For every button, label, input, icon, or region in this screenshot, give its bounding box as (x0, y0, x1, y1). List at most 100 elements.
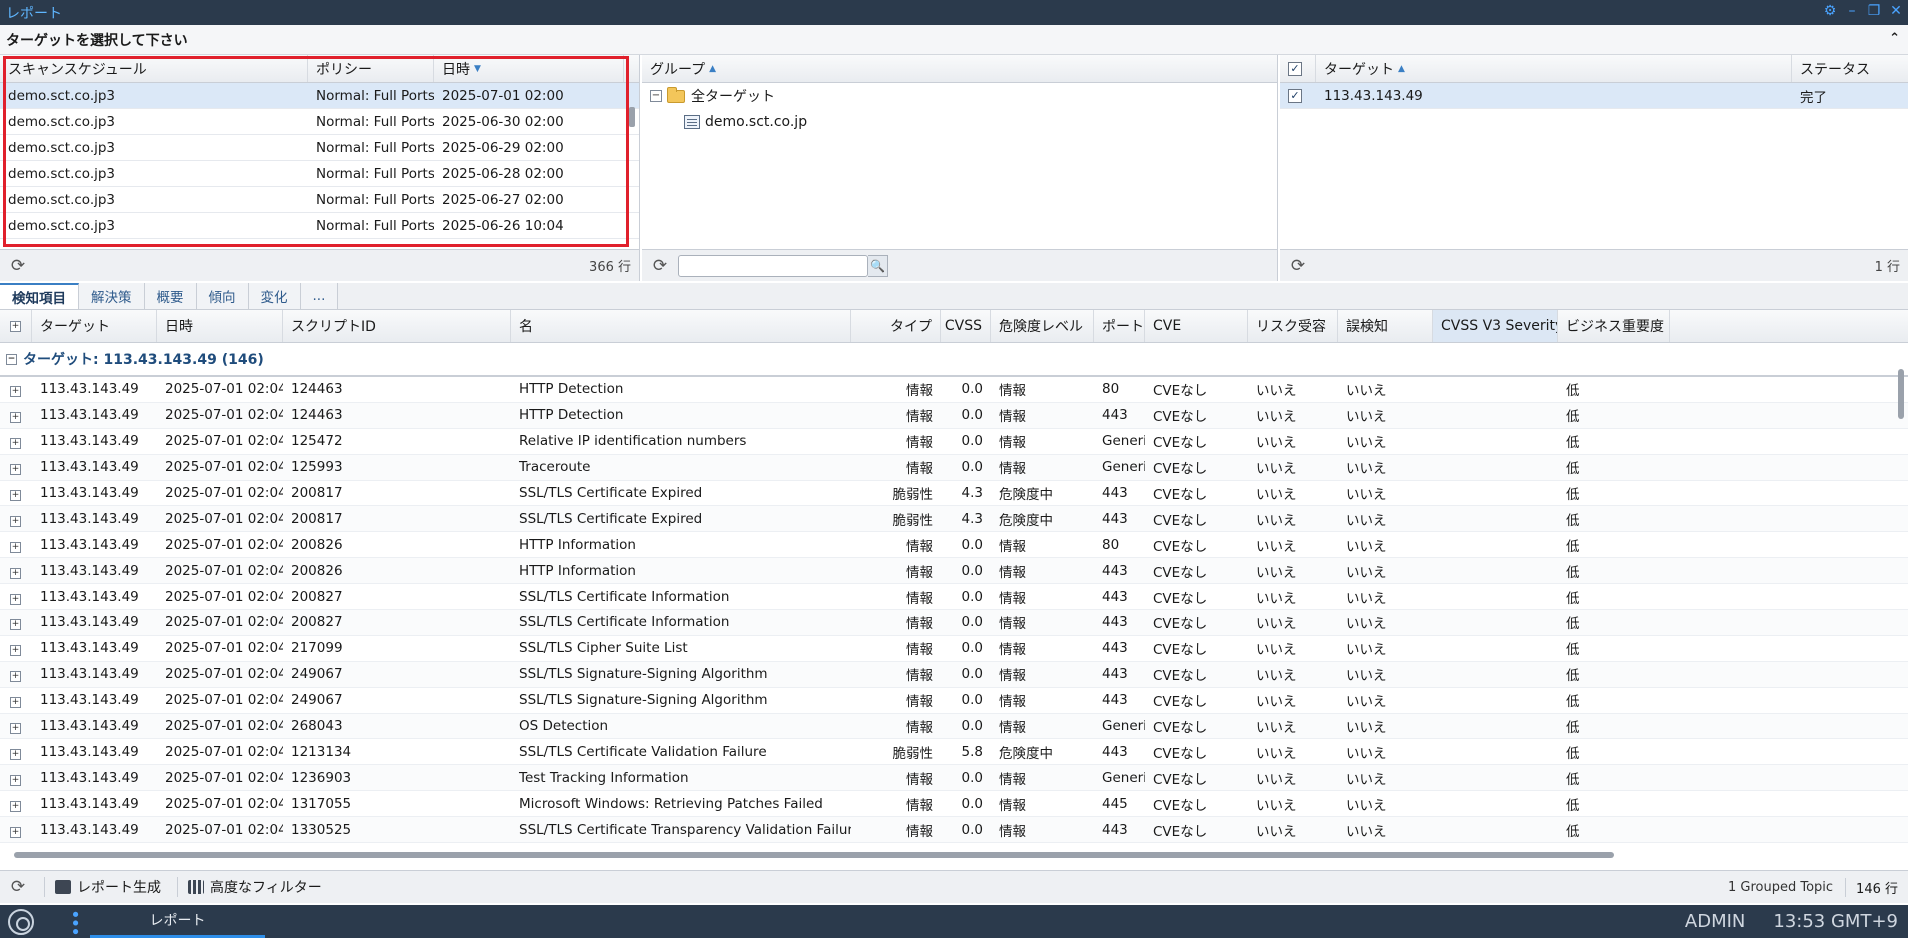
tree-node-all-targets[interactable]: − 全ターゲット (642, 83, 1277, 109)
row-expander[interactable]: + (0, 537, 32, 553)
row-expander[interactable]: + (0, 666, 32, 683)
generate-report-button[interactable]: レポート生成 (44, 877, 161, 897)
row-expander[interactable]: + (0, 718, 32, 735)
expand-icon[interactable]: + (10, 697, 21, 709)
refresh-icon[interactable]: ⟳ (1288, 256, 1308, 276)
scroll-thumb[interactable] (629, 107, 635, 127)
row-expander[interactable]: + (0, 796, 32, 812)
expand-icon[interactable]: + (10, 412, 21, 424)
header-port[interactable]: ポート (1094, 310, 1145, 342)
schedule-row[interactable]: demo.sct.co.jp3 Normal: Full Ports 2025-06… (0, 187, 639, 213)
finding-row[interactable]: +113.43.143.49 2025-07-01 02:04 1213134 SSL… (0, 739, 1908, 766)
expand-icon[interactable]: + (10, 671, 21, 683)
scroll-thumb[interactable] (1898, 369, 1904, 419)
header-group[interactable]: グループ ▲ (642, 55, 1277, 82)
expand-icon[interactable]: + (10, 774, 21, 786)
expand-icon[interactable]: + (10, 464, 21, 476)
findings-hscroll[interactable] (10, 850, 1614, 860)
refresh-icon[interactable]: ⟳ (650, 256, 670, 276)
refresh-icon[interactable]: ⟳ (8, 877, 28, 897)
header-false-positive[interactable]: 誤検知 (1338, 310, 1433, 342)
header-target[interactable]: ターゲット (32, 310, 157, 342)
finding-row[interactable]: +113.43.143.49 2025-07-01 02:04 125993 Trac… (0, 454, 1908, 481)
finding-row[interactable]: +113.43.143.49 2025-07-01 02:04 217099 SSL/… (0, 636, 1908, 662)
header-datetime[interactable]: 日時 ▼ (434, 55, 624, 82)
row-expander[interactable]: + (0, 640, 32, 657)
refresh-icon[interactable]: ⟳ (8, 256, 28, 276)
minimize-icon[interactable]: – (1844, 3, 1860, 19)
group-search-input[interactable] (678, 254, 868, 277)
current-user[interactable]: ADMIN (1685, 911, 1745, 932)
header-script-id[interactable]: スクリプトID (283, 310, 511, 342)
expand-icon[interactable]: + (10, 645, 21, 657)
tab-trend[interactable]: 傾向 (196, 283, 249, 309)
row-checkbox[interactable]: ✓ (1288, 88, 1302, 103)
select-all-checkbox[interactable]: ✓ (1288, 61, 1302, 76)
expand-icon[interactable]: + (10, 541, 21, 553)
header-name[interactable]: 名 (511, 310, 851, 342)
expand-icon[interactable]: + (10, 723, 21, 735)
row-expander[interactable]: + (0, 563, 32, 579)
advanced-filter-button[interactable]: 高度なフィルター (177, 877, 322, 897)
schedule-row[interactable]: demo.sct.co.jp3 Normal: Full Ports 2025-06… (0, 135, 639, 161)
finding-row[interactable]: +113.43.143.49 2025-07-01 02:04 1317055 Mic… (0, 791, 1908, 818)
findings-vscroll[interactable] (1896, 343, 1906, 843)
finding-row[interactable]: +113.43.143.49 2025-07-01 02:04 1236903 Tes… (0, 765, 1908, 792)
row-expander[interactable]: + (0, 511, 32, 527)
tree-node-target[interactable]: demo.sct.co.jp (642, 109, 1277, 135)
gear-icon[interactable]: ⚙ (1822, 3, 1838, 19)
row-expander[interactable]: + (0, 589, 32, 605)
scroll-thumb[interactable] (14, 852, 1614, 858)
header-business-importance[interactable]: ビジネス重要度 (1558, 310, 1670, 342)
row-expander[interactable]: + (0, 770, 32, 786)
finding-row[interactable]: +113.43.143.49 2025-07-01 02:04 200827 SSL/… (0, 610, 1908, 636)
row-expander[interactable]: + (0, 822, 32, 838)
finding-row[interactable]: +113.43.143.49 2025-07-01 02:04 124463 HTTP… (0, 377, 1908, 403)
header-cvss[interactable]: CVSS (941, 310, 991, 342)
expand-icon[interactable]: + (10, 593, 21, 605)
row-expander[interactable]: + (0, 459, 32, 476)
header-risk-level[interactable]: 危険度レベル (991, 310, 1094, 342)
schedule-row[interactable]: demo.sct.co.jp3 Normal: Full Ports 2025-07… (0, 83, 639, 109)
finding-row[interactable]: +113.43.143.49 2025-07-01 02:04 200827 SSL/… (0, 584, 1908, 611)
header-type[interactable]: タイプ (851, 310, 941, 342)
expand-icon[interactable]: + (10, 748, 21, 760)
expand-icon[interactable]: + (10, 567, 21, 579)
finding-row[interactable]: +113.43.143.49 2025-07-01 02:04 200817 SSL/… (0, 481, 1908, 507)
expand-all-column[interactable]: + (0, 310, 32, 342)
header-target[interactable]: ターゲット ▲ (1316, 55, 1792, 82)
tab-findings[interactable]: 検知項目 (0, 283, 79, 309)
expand-icon[interactable]: + (10, 386, 21, 398)
group-row-target[interactable]: − ターゲット: 113.43.143.49 (146) (0, 343, 1908, 377)
row-expander[interactable]: + (0, 692, 32, 709)
finding-row[interactable]: +113.43.143.49 2025-07-01 02:04 249067 SSL/… (0, 661, 1908, 688)
finding-row[interactable]: +113.43.143.49 2025-07-01 02:04 200817 SSL/… (0, 506, 1908, 533)
finding-row[interactable]: +113.43.143.49 2025-07-01 02:04 200826 HTTP… (0, 532, 1908, 559)
expand-icon[interactable]: + (10, 438, 21, 450)
expand-icon[interactable]: + (10, 515, 21, 527)
schedule-row[interactable]: demo.sct.co.jp3 Normal: Full Ports 2025-06… (0, 161, 639, 187)
menu-dots-icon[interactable]: ••• (64, 909, 85, 935)
header-datetime[interactable]: 日時 (157, 310, 283, 342)
expand-icon[interactable]: + (10, 800, 21, 812)
header-cvss-v3-severity[interactable]: CVSS V3 Severity▲ (1433, 310, 1558, 342)
schedule-row[interactable]: demo.sct.co.jp3 Normal: Full Ports 2025-06… (0, 109, 639, 135)
row-expander[interactable]: + (0, 614, 32, 631)
app-logo-icon[interactable] (8, 908, 34, 935)
expand-all-icon[interactable]: + (10, 320, 21, 332)
expand-icon[interactable]: + (10, 490, 21, 501)
header-status[interactable]: ステータス (1792, 55, 1908, 82)
search-icon[interactable]: 🔍 (868, 254, 888, 277)
close-icon[interactable]: ✕ (1888, 3, 1904, 19)
header-cve[interactable]: CVE (1145, 310, 1248, 342)
header-policy[interactable]: ポリシー (308, 55, 434, 82)
finding-row[interactable]: +113.43.143.49 2025-07-01 02:04 124463 HTTP… (0, 402, 1908, 429)
finding-row[interactable]: +113.43.143.49 2025-07-01 02:04 200826 HTTP… (0, 558, 1908, 585)
schedule-scrollbar[interactable] (627, 83, 637, 243)
tab-changes[interactable]: 変化 (248, 283, 301, 309)
header-risk-accepted[interactable]: リスク受容 (1248, 310, 1338, 342)
taskbar-report-tab[interactable]: レポート (90, 905, 265, 938)
schedule-row[interactable]: demo.sct.co.jp3 Normal: Full Ports 2025-06… (0, 213, 639, 239)
finding-row[interactable]: +113.43.143.49 2025-07-01 02:04 268043 OS D… (0, 713, 1908, 740)
row-expander[interactable]: + (0, 407, 32, 424)
